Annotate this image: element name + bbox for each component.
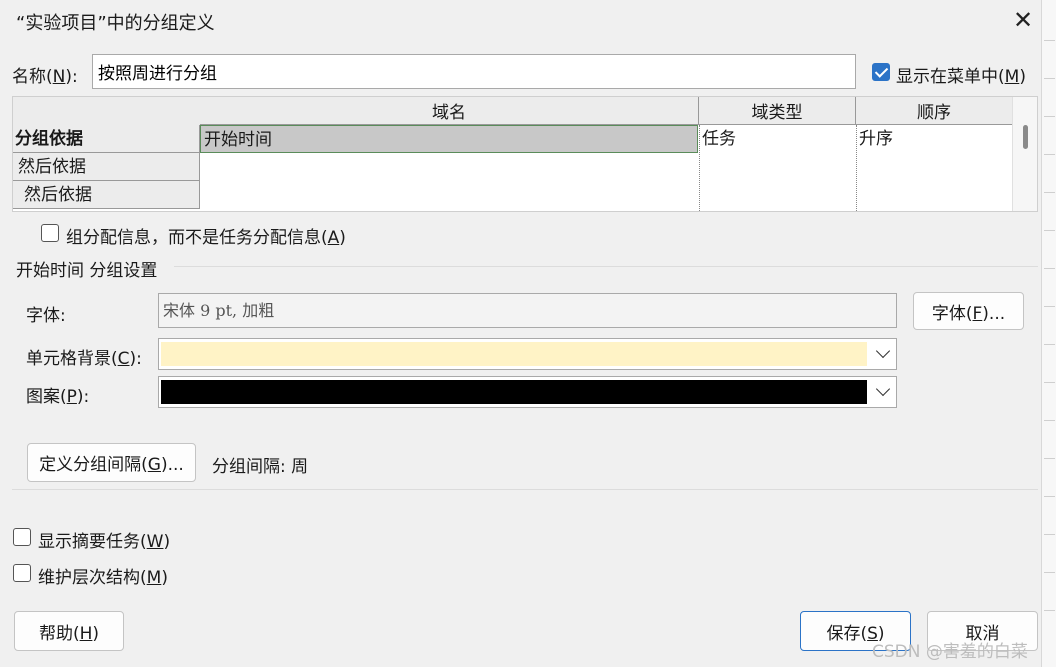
chevron-down-icon [875,343,891,359]
font-button[interactable]: 字体(F)... [913,292,1024,330]
grid-scrollbar[interactable] [1012,97,1037,211]
show-in-menu-label[interactable]: 显示在菜单中(M) [896,62,1026,87]
show-summary-checkbox[interactable] [13,528,31,546]
background-window-edge [1041,0,1056,667]
keep-hierarchy-checkbox[interactable] [13,564,31,582]
keep-hierarchy-label[interactable]: 维护层次结构(M) [38,563,168,588]
dialog-title: “实验项目”中的分组定义 [16,13,215,34]
row-header-then-by-2[interactable]: 然后依据 [13,181,200,209]
row-header-then-by-1[interactable]: 然后依据 [13,153,200,181]
grid-scrollbar-thumb[interactable] [1023,125,1028,149]
settings-section-title: 开始时间 分组设置 [16,261,158,281]
font-display-field: 宋体 9 pt, 加粗 [158,293,897,328]
section-divider [174,266,1038,267]
cell-background-dropdown[interactable] [158,338,897,370]
pattern-dropdown[interactable] [158,376,897,408]
help-button[interactable]: 帮助(H) [14,611,124,651]
name-label: 名称(N): [12,67,78,87]
define-interval-button[interactable]: 定义分组间隔(G)... [27,443,196,482]
group-assignment-checkbox[interactable] [41,224,59,242]
cell-field-name-selected[interactable]: 开始时间 [200,125,698,153]
close-button[interactable]: ✕ [1008,6,1038,34]
interval-text: 分组间隔: 周 [212,457,309,477]
watermark: CSDN @害羞的白菜 [872,642,1028,662]
group-by-grid: 域名 域类型 顺序 分组依据 然后依据 然后依据 开始时间 任务 升序 [12,96,1038,212]
divider [12,489,1038,490]
column-header-field-name: 域名 [200,97,699,125]
cell-order[interactable]: 升序 [856,125,1013,153]
row-header-group-by[interactable]: 分组依据 [13,125,200,153]
show-in-menu-checkbox[interactable] [872,63,890,81]
chevron-down-icon [875,381,891,397]
show-summary-label[interactable]: 显示摘要任务(W) [38,527,170,552]
column-header-order: 顺序 [856,97,1013,125]
close-icon: ✕ [1012,6,1034,34]
pattern-swatch [161,380,867,404]
group-name-input[interactable] [92,54,856,89]
cell-background-swatch [161,342,867,366]
font-label: 字体: [26,306,66,326]
group-assignment-label[interactable]: 组分配信息，而不是任务分配信息(A) [66,223,346,248]
column-header-field-type: 域类型 [699,97,856,125]
cell-background-label: 单元格背景(C): [26,349,142,369]
cell-field-type[interactable]: 任务 [699,125,856,153]
grid-corner [13,97,201,126]
pattern-label: 图案(P): [26,387,90,407]
